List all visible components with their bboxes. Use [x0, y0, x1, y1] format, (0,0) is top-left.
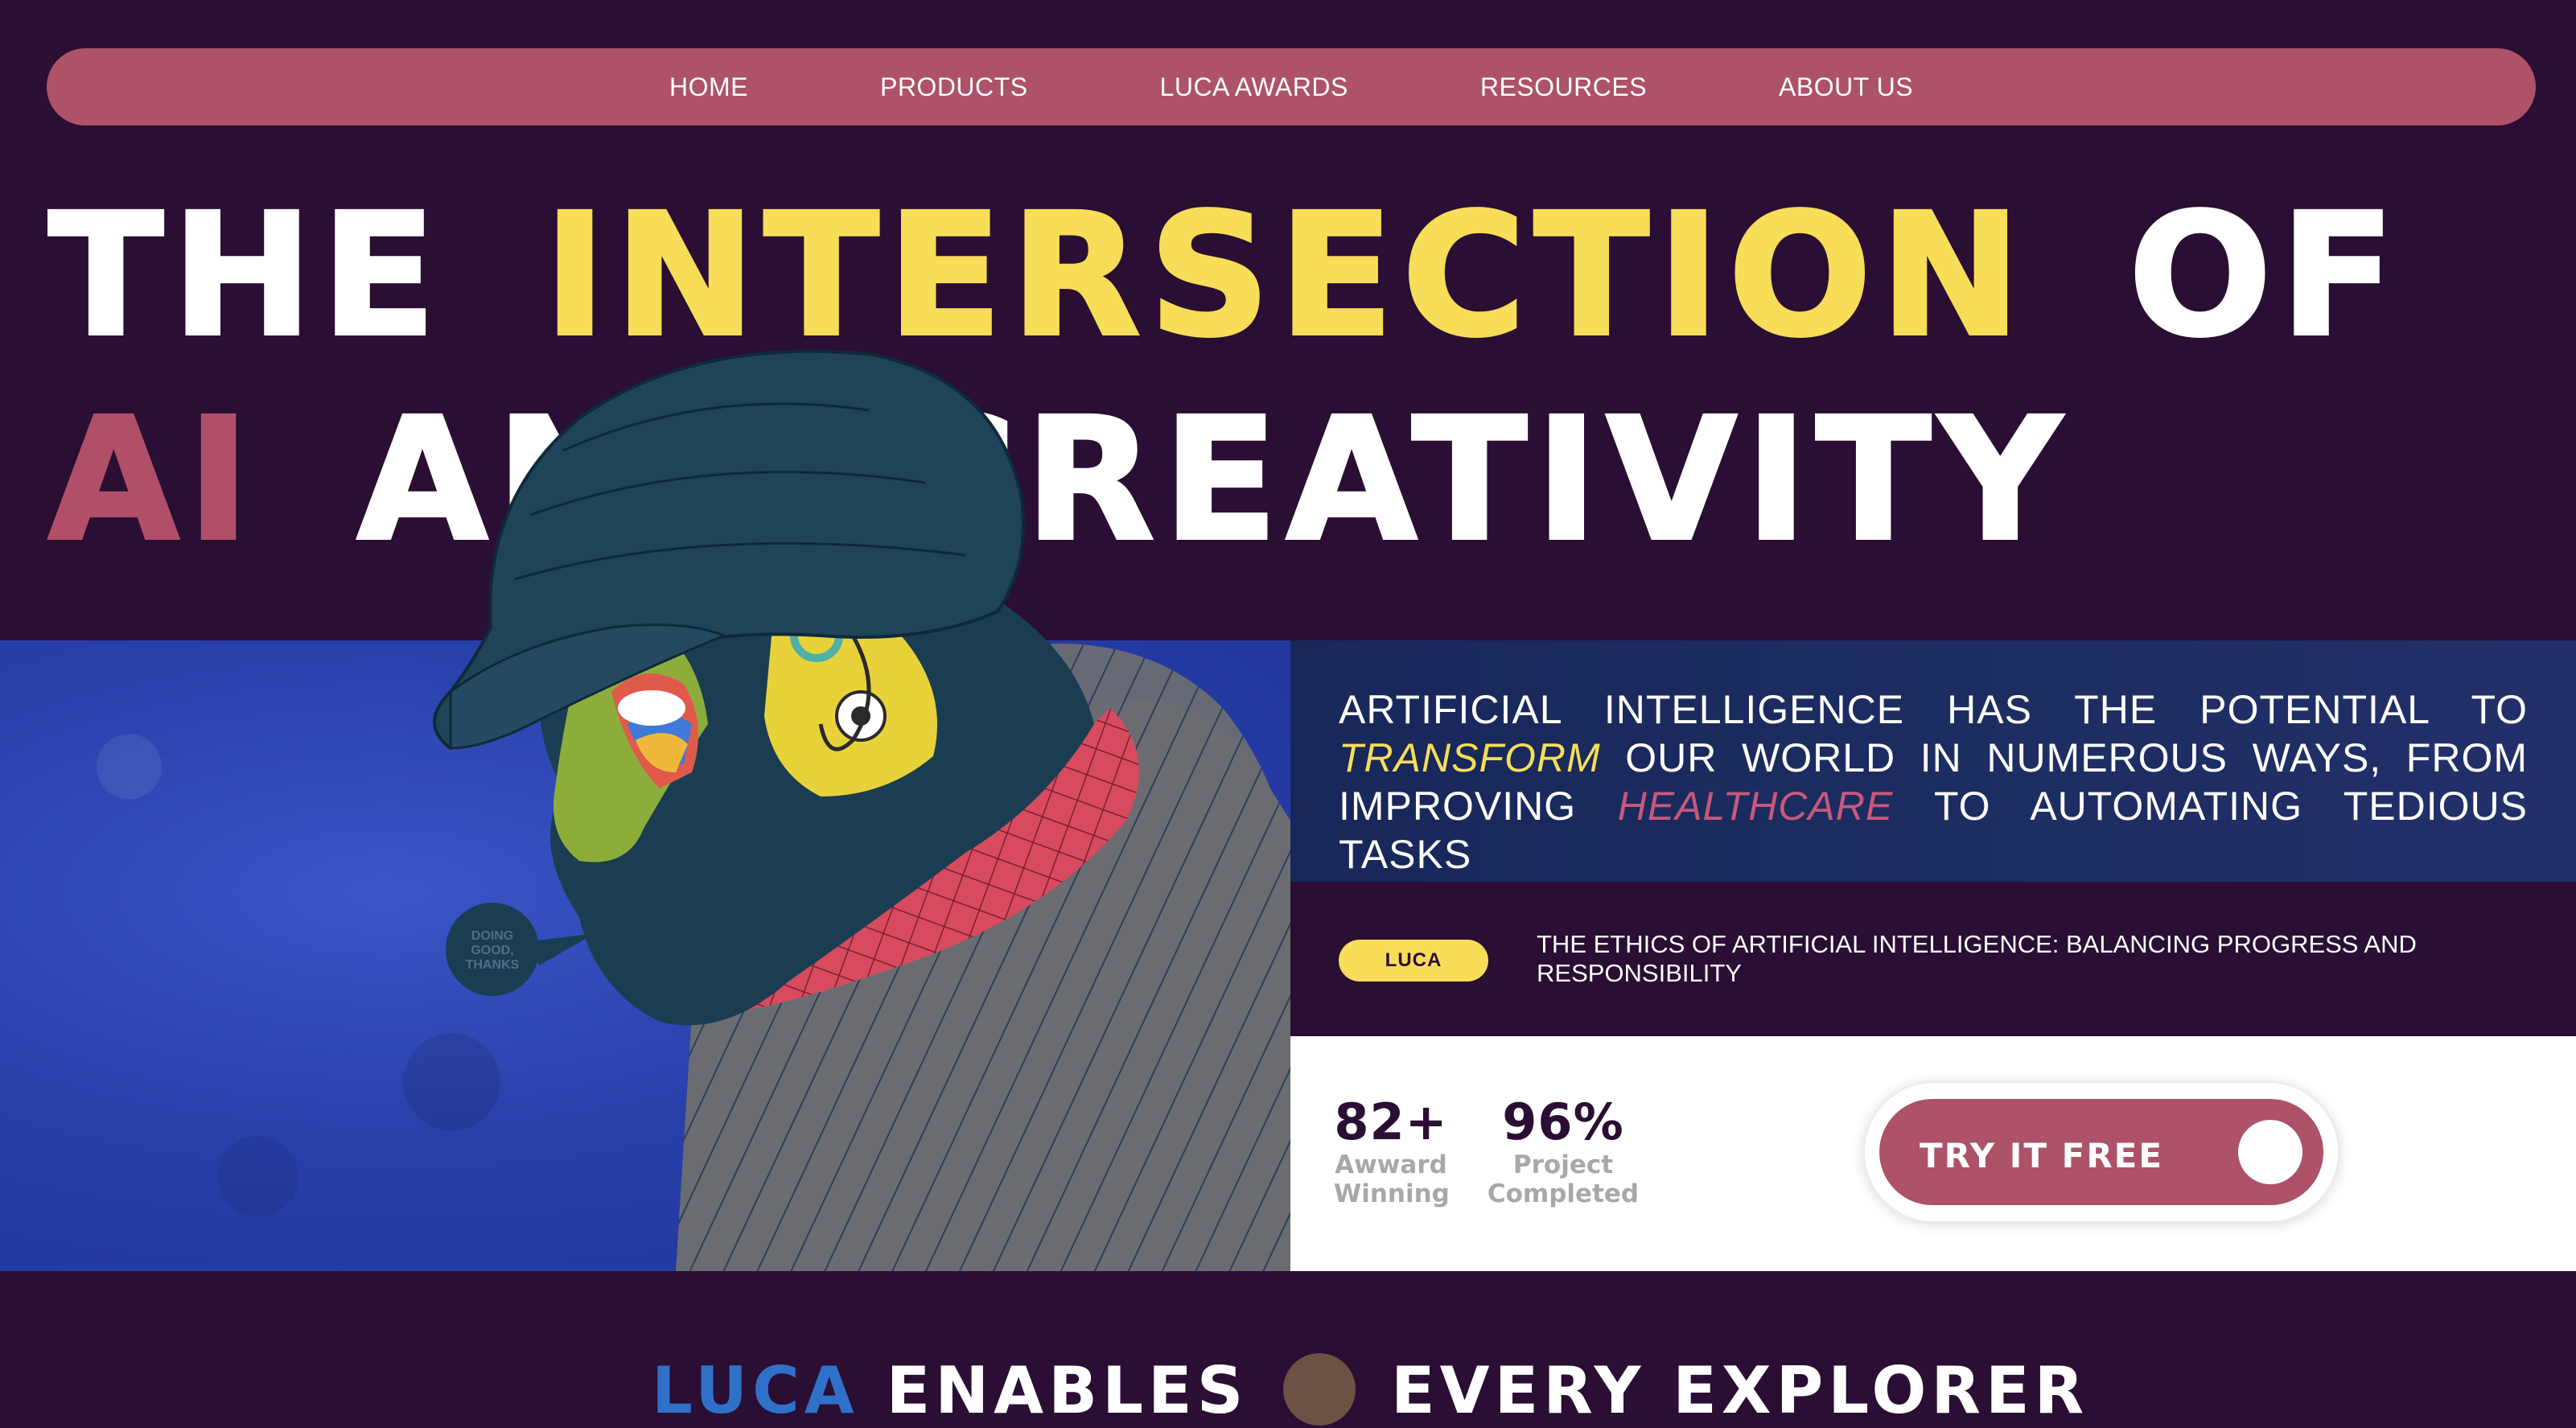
headline-line-1: THE INTERSECTION OF [47, 177, 2404, 374]
try-it-free-label: TRY IT FREE [1920, 1136, 2164, 1175]
intro-panel: ARTIFICIAL INTELLIGENCE HAS THE POTENTIA… [1290, 640, 2576, 882]
try-it-free-button[interactable]: TRY IT FREE [1879, 1099, 2323, 1205]
teaser-word-explorer: EVERY EXPLORER [1391, 1353, 2089, 1428]
stats-panel: 82+ Awward Winning 96% Project Completed… [1290, 1036, 2576, 1271]
nav-resources[interactable]: RESOURCES [1480, 72, 1647, 102]
stat-projects-label-1: Project [1512, 1150, 1614, 1179]
section-teaser-heading: LUCA ENABLES EVERY EXPLORER [652, 1353, 2088, 1428]
nav-products[interactable]: PRODUCTS [880, 72, 1028, 102]
stat-awards-label-2: Winning [1334, 1179, 1450, 1208]
nav-home[interactable]: HOME [669, 72, 748, 102]
article-title[interactable]: THE ETHICS OF ARTIFICIAL INTELLIGENCE: B… [1537, 930, 2438, 988]
intro-text: ARTIFICIAL INTELLIGENCE HAS THE POTENTIA… [1339, 687, 2528, 877]
teaser-word-enables: ENABLES [886, 1353, 1249, 1428]
highlight-transform: TRANSFORM [1339, 735, 1601, 780]
stat-awards: 82+ Awward Winning [1334, 1093, 1450, 1209]
headline-word-intersection: INTERSECTION [542, 177, 2030, 374]
headline-word-creativity: CREATIVITY [891, 381, 2070, 578]
hero-art-background [0, 640, 1290, 1271]
stat-projects-label-2: Completed [1487, 1179, 1640, 1208]
teaser-word-luca: LUCA [652, 1353, 859, 1428]
headline-word-ai: AI [47, 381, 258, 578]
headline-line-2: AI AND CREATIVITY [47, 381, 2070, 578]
teaser-avatar-icon [1283, 1353, 1356, 1426]
article-strip: LUCA THE ETHICS OF ARTIFICIAL INTELLIGEN… [1290, 882, 2576, 1036]
stat-awards-label-1: Awward [1335, 1150, 1447, 1179]
headline-word-the: THE [47, 177, 445, 374]
article-badge[interactable]: LUCA [1339, 940, 1488, 981]
main-nav: HOME PRODUCTS LUCA AWARDS RESOURCES ABOU… [47, 48, 2536, 126]
stat-awards-value: 82+ [1334, 1093, 1448, 1151]
headline-word-of: OF [2126, 177, 2404, 374]
highlight-healthcare: HEALTHCARE [1617, 784, 1894, 829]
nav-luca-awards[interactable]: LUCA AWARDS [1160, 72, 1348, 102]
toggle-knob-icon [2238, 1120, 2302, 1184]
cta-wrapper: TRY IT FREE [1865, 1083, 2338, 1221]
stat-projects: 96% Project Completed [1487, 1093, 1640, 1209]
nav-about-us[interactable]: ABOUT US [1779, 72, 1913, 102]
headline-word-and: AND [356, 381, 794, 578]
stat-projects-value: 96% [1502, 1093, 1624, 1151]
